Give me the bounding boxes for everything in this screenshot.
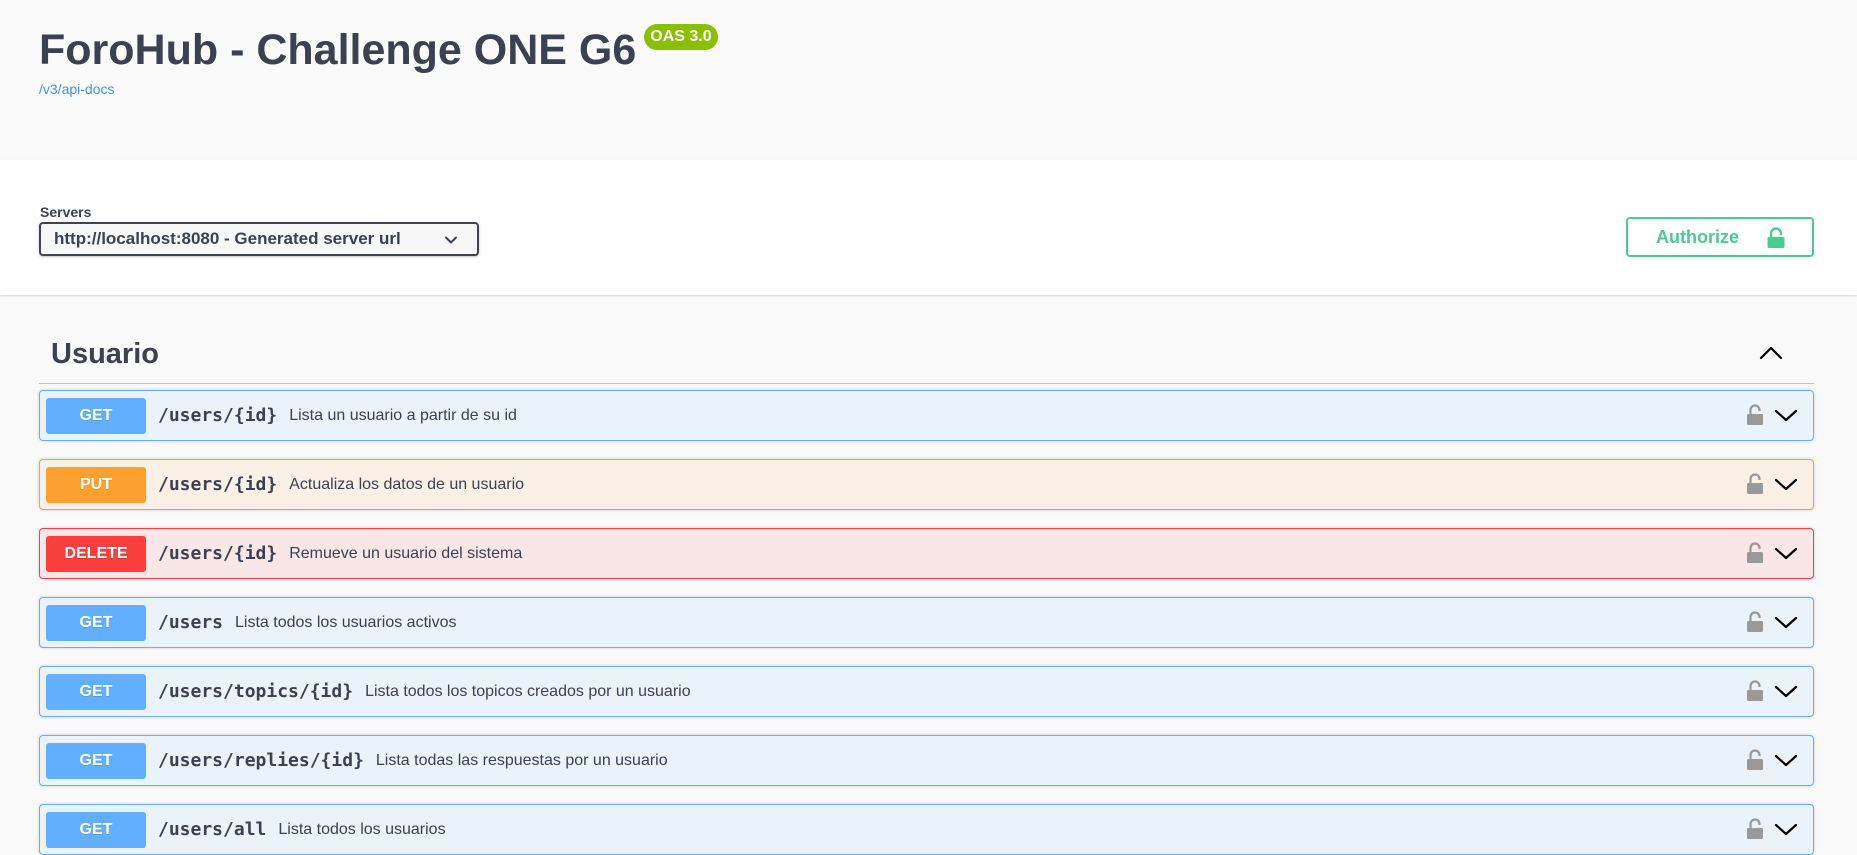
operation-get-users-all[interactable]: GET /users/all Lista todos los usuarios [39, 804, 1814, 855]
chevron-up-icon[interactable] [1758, 340, 1784, 366]
tag-title: Usuario [51, 338, 159, 370]
method-badge: GET [46, 742, 146, 779]
operation-summary: Lista todos los usuarios activos [235, 613, 457, 631]
operation-summary: Remueve un usuario del sistema [289, 544, 523, 562]
method-badge: GET [46, 673, 146, 710]
operation-get-user-topics[interactable]: GET /users/topics/{id} Lista todos los t… [39, 666, 1814, 717]
server-select[interactable]: http://localhost:8080 - Generated server… [39, 222, 479, 256]
title-wrap: ForoHub - Challenge ONE G6 OAS 3.0 [39, 22, 718, 78]
method-badge: GET [46, 397, 146, 434]
operation-get-users[interactable]: GET /users Lista todos los usuarios acti… [39, 597, 1814, 648]
lock-icon[interactable] [1746, 680, 1764, 702]
server-select-value: http://localhost:8080 - Generated server… [54, 229, 401, 248]
chevron-down-icon[interactable] [1773, 542, 1799, 564]
method-badge: PUT [46, 466, 146, 503]
operation-path: /users/all [158, 819, 267, 840]
api-docs-link[interactable]: /v3/api-docs [39, 81, 114, 97]
operation-path: /users/{id} [158, 405, 278, 426]
tag-section-usuario: Usuario GET /users/{id} Lista un usuario… [39, 330, 1814, 855]
chevron-down-icon[interactable] [1773, 818, 1799, 840]
operation-path: /users/replies/{id} [158, 750, 364, 771]
info-header: ForoHub - Challenge ONE G6 OAS 3.0 /v3/a… [0, 0, 1857, 160]
page-title: ForoHub - Challenge ONE G6 [39, 26, 637, 74]
operation-get-user-by-id[interactable]: GET /users/{id} Lista un usuario a parti… [39, 390, 1814, 441]
operation-put-user[interactable]: PUT /users/{id} Actualiza los datos de u… [39, 459, 1814, 510]
operation-delete-user[interactable]: DELETE /users/{id} Remueve un usuario de… [39, 528, 1814, 579]
operation-summary: Lista todos los topicos creados por un u… [365, 682, 691, 700]
unlocked-lock-icon [1767, 227, 1785, 248]
chevron-down-icon[interactable] [1773, 611, 1799, 633]
operation-summary: Lista todos los usuarios [278, 820, 446, 838]
lock-icon[interactable] [1746, 404, 1764, 426]
scheme-container: Servers http://localhost:8080 - Generate… [0, 160, 1857, 295]
operation-path: /users/{id} [158, 543, 278, 564]
method-badge: GET [46, 811, 146, 848]
chevron-down-icon[interactable] [1773, 680, 1799, 702]
lock-icon[interactable] [1746, 749, 1764, 771]
operation-path: /users/topics/{id} [158, 681, 354, 702]
operation-summary: Lista todas las respuestas por un usuari… [375, 751, 668, 769]
method-badge: GET [46, 604, 146, 641]
lock-icon[interactable] [1746, 818, 1764, 840]
version-badge: OAS 3.0 [644, 24, 718, 50]
lock-icon[interactable] [1746, 473, 1764, 495]
method-badge: DELETE [46, 535, 146, 572]
operation-path: /users/{id} [158, 474, 278, 495]
operation-summary: Lista un usuario a partir de su id [289, 406, 517, 424]
chevron-down-icon[interactable] [1773, 404, 1799, 426]
authorize-label: Authorize [1656, 226, 1739, 247]
operation-path: /users [158, 612, 224, 633]
authorize-button[interactable]: Authorize [1626, 217, 1814, 257]
chevron-down-icon[interactable] [1773, 473, 1799, 495]
chevron-down-icon[interactable] [1773, 749, 1799, 771]
lock-icon[interactable] [1746, 611, 1764, 633]
servers-label: Servers [40, 204, 92, 220]
tag-header[interactable]: Usuario [39, 330, 1814, 384]
lock-icon[interactable] [1746, 542, 1764, 564]
operation-summary: Actualiza los datos de un usuario [289, 475, 525, 493]
chevron-down-icon [445, 236, 457, 244]
operation-get-user-replies[interactable]: GET /users/replies/{id} Lista todas las … [39, 735, 1814, 786]
